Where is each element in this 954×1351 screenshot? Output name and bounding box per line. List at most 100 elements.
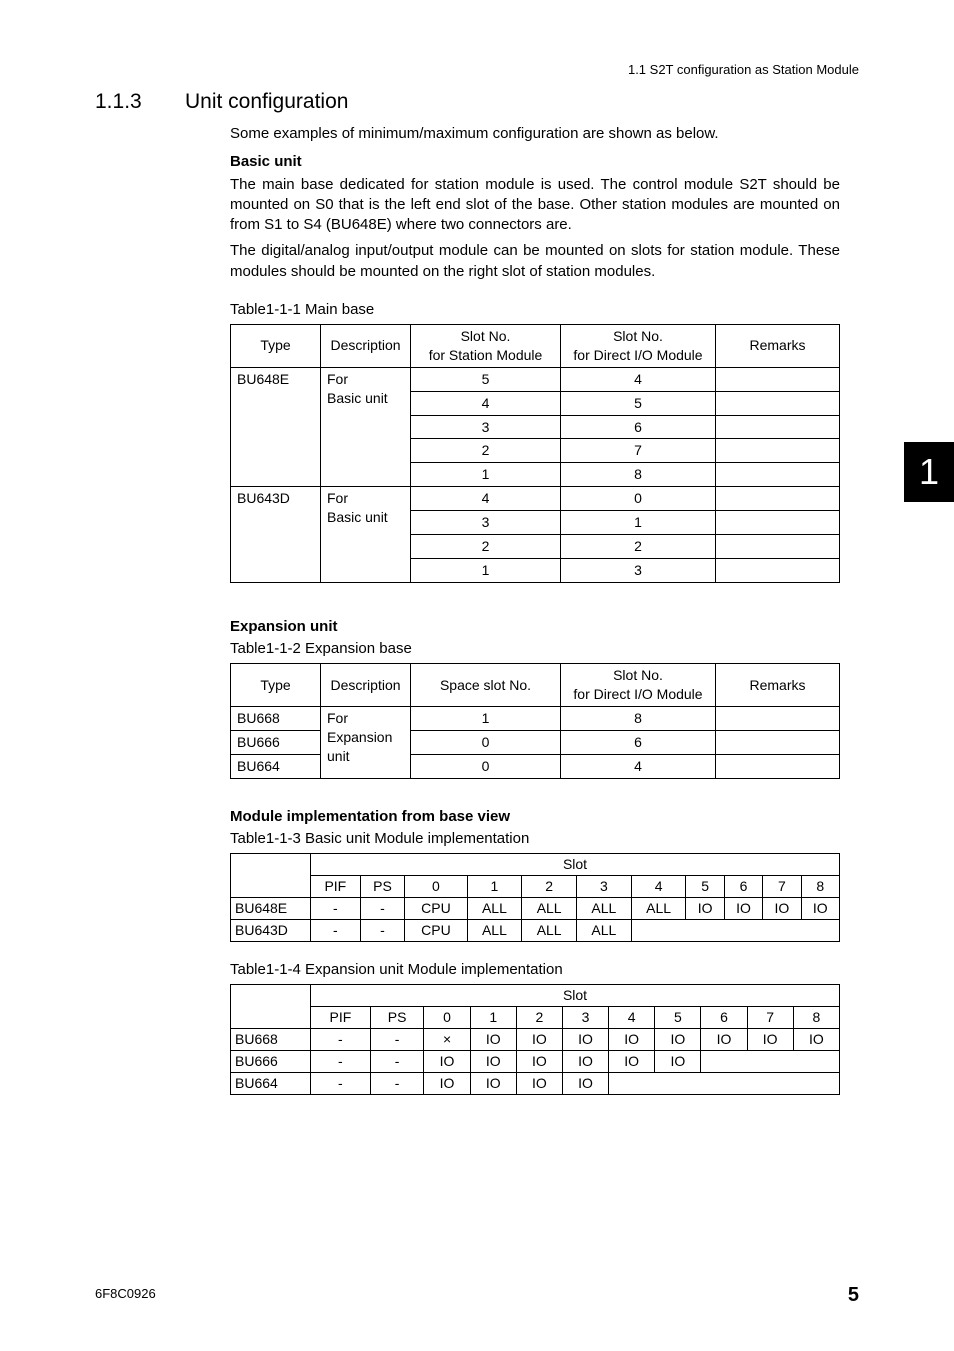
th-col: 3	[562, 1006, 608, 1028]
cell-type: BU643D	[231, 919, 311, 941]
cell: IO	[516, 1050, 562, 1072]
cell-type: BU648E	[231, 367, 321, 486]
th-direct: Slot No. for Direct I/O Module	[561, 325, 716, 368]
cell: 1	[561, 511, 716, 535]
table3-caption: Table1-1-3 Basic unit Module implementat…	[230, 829, 840, 849]
module-impl-heading: Module implementation from base view	[230, 807, 840, 827]
cell: 4	[411, 391, 561, 415]
cell: ALL	[577, 898, 632, 920]
cell: IO	[655, 1028, 701, 1050]
cell: CPU	[405, 919, 467, 941]
table-main-base: Type Description Slot No. for Station Mo…	[230, 324, 840, 583]
cell	[716, 463, 840, 487]
cell: IO	[562, 1028, 608, 1050]
table4-caption: Table1-1-4 Expansion unit Module impleme…	[230, 960, 840, 980]
cell: ALL	[522, 898, 577, 920]
th: Description	[321, 664, 411, 707]
cell: -	[311, 898, 361, 920]
cell	[716, 391, 840, 415]
cell: IO	[801, 898, 839, 920]
cell: IO	[701, 1028, 747, 1050]
basic-unit-p1: The main base dedicated for station modu…	[230, 175, 840, 236]
expansion-heading: Expansion unit	[230, 617, 840, 637]
cell: 4	[411, 487, 561, 511]
th-col: 5	[686, 876, 724, 898]
cell: 0	[411, 730, 561, 754]
cell-type: BU664	[231, 1072, 311, 1094]
th: Remarks	[716, 664, 840, 707]
cell: CPU	[405, 898, 467, 920]
th-slot: Slot	[311, 985, 840, 1007]
cell-empty	[609, 1072, 840, 1094]
cell: 0	[561, 487, 716, 511]
th-empty	[231, 854, 311, 898]
cell-type: BU666	[231, 730, 321, 754]
table-expansion-base: Type Description Space slot No. Slot No.…	[230, 663, 840, 778]
cell: IO	[609, 1028, 655, 1050]
cell: IO	[609, 1050, 655, 1072]
cell: 8	[561, 707, 716, 731]
th-col: 7	[763, 876, 801, 898]
th-col: 5	[655, 1006, 701, 1028]
table2-caption: Table1-1-2 Expansion base	[230, 639, 840, 659]
th-col: PS	[360, 876, 405, 898]
th-remarks: Remarks	[716, 325, 840, 368]
cell	[716, 487, 840, 511]
cell: -	[311, 1050, 371, 1072]
cell-type: BU643D	[231, 487, 321, 583]
cell: ALL	[522, 919, 577, 941]
footer-pagenum: 5	[848, 1284, 859, 1307]
cell: IO	[424, 1050, 470, 1072]
cell-desc: For Basic unit	[321, 367, 411, 486]
cell: ×	[424, 1028, 470, 1050]
section-number: 1.1.3	[95, 90, 185, 114]
cell: ALL	[467, 898, 522, 920]
cell: ALL	[467, 919, 522, 941]
cell: 3	[561, 558, 716, 582]
th-col: 1	[470, 1006, 516, 1028]
th: Slot No. for Direct I/O Module	[561, 664, 716, 707]
basic-unit-p2: The digital/analog input/output module c…	[230, 241, 840, 282]
cell: IO	[763, 898, 801, 920]
basic-unit-heading: Basic unit	[230, 152, 840, 172]
cell-type: BU668	[231, 1028, 311, 1050]
cell-desc: For Expansion unit	[321, 707, 411, 779]
th-col: PIF	[311, 876, 361, 898]
section-title: Unit configuration	[185, 90, 348, 114]
cell: -	[311, 1028, 371, 1050]
th-col: PIF	[311, 1006, 371, 1028]
cell: IO	[686, 898, 724, 920]
body-content: Some examples of minimum/maximum configu…	[230, 124, 840, 1095]
th-col: 0	[405, 876, 467, 898]
cell: 2	[411, 439, 561, 463]
cell: 3	[411, 511, 561, 535]
cell: 2	[561, 535, 716, 559]
cell: -	[370, 1028, 424, 1050]
cell: 5	[411, 367, 561, 391]
cell: ALL	[631, 898, 686, 920]
cell-type: BU648E	[231, 898, 311, 920]
cell-type: BU668	[231, 707, 321, 731]
th-station: Slot No. for Station Module	[411, 325, 561, 368]
cell: IO	[562, 1050, 608, 1072]
cell: -	[360, 919, 405, 941]
th-slot: Slot	[311, 854, 840, 876]
th-col: 6	[701, 1006, 747, 1028]
cell: IO	[516, 1072, 562, 1094]
cell	[716, 730, 840, 754]
cell	[716, 367, 840, 391]
cell: ALL	[577, 919, 632, 941]
cell-type: BU666	[231, 1050, 311, 1072]
th-col: 8	[801, 876, 839, 898]
cell	[716, 558, 840, 582]
cell: -	[360, 898, 405, 920]
cell: IO	[516, 1028, 562, 1050]
cell: 0	[411, 754, 561, 778]
cell: -	[370, 1050, 424, 1072]
cell: IO	[424, 1072, 470, 1094]
th-empty	[231, 985, 311, 1029]
cell: IO	[470, 1028, 516, 1050]
th-col: PS	[370, 1006, 424, 1028]
table-expansion-impl: SlotPIFPS012345678BU668--×IOIOIOIOIOIOIO…	[230, 984, 840, 1094]
cell	[716, 535, 840, 559]
